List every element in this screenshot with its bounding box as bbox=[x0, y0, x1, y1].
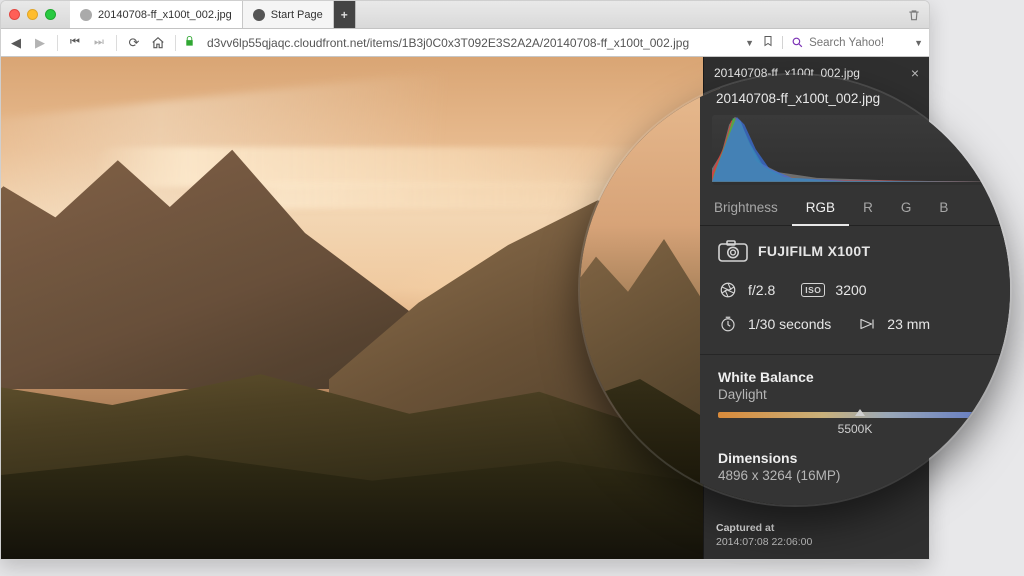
globe-icon bbox=[253, 9, 265, 21]
lock-icon bbox=[184, 35, 195, 50]
tab-label: Start Page bbox=[271, 9, 323, 21]
white-balance-section: White Balance Daylight 5500K bbox=[700, 365, 1010, 436]
magnifier-lens: 20140708-ff_x100t_002.jpg × Brightness R… bbox=[580, 75, 1010, 505]
inspector-panel: 20140708-ff_x100t_002.jpg × Brightness R… bbox=[700, 75, 1010, 505]
captured-label: Captured at bbox=[716, 521, 812, 535]
forward-button[interactable]: ▶ bbox=[31, 34, 49, 52]
close-icon[interactable]: × bbox=[987, 89, 996, 107]
traffic-lights bbox=[9, 9, 56, 20]
histogram-chart bbox=[712, 115, 998, 182]
aperture-value: f/2.8 bbox=[748, 282, 775, 298]
shutter-icon bbox=[718, 314, 738, 334]
search-box[interactable]: ▼ bbox=[782, 36, 923, 49]
iso-value: 3200 bbox=[835, 282, 866, 298]
cloud-icon bbox=[80, 9, 92, 21]
tab-b[interactable]: B bbox=[925, 191, 954, 225]
wb-value: Daylight bbox=[718, 387, 992, 402]
captured-at: Captured at 2014:07:08 22:06:00 bbox=[716, 521, 812, 549]
trash-icon[interactable] bbox=[907, 8, 921, 22]
iso-icon: ISO bbox=[801, 283, 825, 297]
camera-model: FUJIFILM X100T bbox=[758, 243, 870, 259]
url-text: d3vv6lp55qjaqc.cloudfront.net/items/1B3j… bbox=[207, 36, 689, 50]
inspector-filename: 20140708-ff_x100t_002.jpg bbox=[716, 91, 880, 106]
bookmark-icon[interactable] bbox=[762, 34, 774, 51]
exif-block: FUJIFILM X100T f/2.8 ISO 3200 bbox=[700, 238, 1010, 350]
search-engine-icon bbox=[791, 36, 804, 49]
tab-rgb[interactable]: RGB bbox=[792, 191, 849, 226]
wb-slider-handle[interactable] bbox=[855, 409, 865, 416]
wb-slider[interactable] bbox=[718, 412, 992, 418]
fast-forward-button[interactable]: ⏭ bbox=[90, 34, 108, 52]
wb-kelvin: 5500K bbox=[718, 422, 992, 436]
focal-length-icon bbox=[857, 314, 877, 334]
histogram-tabs: Brightness RGB R G B bbox=[700, 191, 1010, 226]
search-input[interactable] bbox=[809, 37, 909, 49]
camera-icon bbox=[718, 240, 748, 262]
nav-toolbar: ◀ ▶ ⏮ ⏭ ⟳ d3vv6lp55qjaqc.cloudfront.net/… bbox=[1, 29, 929, 57]
histogram bbox=[712, 115, 998, 185]
dimensions-value: 4896 x 3264 (16MP) bbox=[718, 468, 992, 483]
zoom-window-icon[interactable] bbox=[45, 9, 56, 20]
url-dropdown-icon[interactable]: ▼ bbox=[745, 38, 754, 48]
close-window-icon[interactable] bbox=[9, 9, 20, 20]
focal-value: 23 mm bbox=[887, 316, 930, 332]
wb-label: White Balance bbox=[718, 369, 992, 385]
reload-button[interactable]: ⟳ bbox=[125, 34, 143, 52]
aperture-icon bbox=[718, 280, 738, 300]
tab-image[interactable]: 20140708-ff_x100t_002.jpg bbox=[70, 1, 243, 28]
tab-strip: 20140708-ff_x100t_002.jpg Start Page + bbox=[70, 1, 356, 28]
shutter-value: 1/30 seconds bbox=[748, 316, 831, 332]
back-button[interactable]: ◀ bbox=[7, 34, 25, 52]
search-dropdown-icon[interactable]: ▼ bbox=[914, 38, 923, 48]
tab-r[interactable]: R bbox=[849, 191, 887, 225]
window-titlebar: 20140708-ff_x100t_002.jpg Start Page + bbox=[1, 1, 929, 29]
dimensions-label: Dimensions bbox=[718, 450, 992, 466]
tab-label: 20140708-ff_x100t_002.jpg bbox=[98, 9, 232, 21]
lens-landscape-slice bbox=[580, 75, 720, 505]
rewind-button[interactable]: ⏮ bbox=[66, 34, 84, 52]
tab-g[interactable]: G bbox=[887, 191, 926, 225]
dimensions-section: Dimensions 4896 x 3264 (16MP) bbox=[700, 446, 1010, 483]
tab-brightness[interactable]: Brightness bbox=[700, 191, 792, 225]
minimize-window-icon[interactable] bbox=[27, 9, 38, 20]
new-tab-button[interactable]: + bbox=[334, 1, 356, 28]
home-button[interactable] bbox=[149, 34, 167, 52]
tab-start-page[interactable]: Start Page bbox=[243, 1, 334, 28]
url-bar[interactable]: d3vv6lp55qjaqc.cloudfront.net/items/1B3j… bbox=[201, 36, 739, 50]
captured-value: 2014:07:08 22:06:00 bbox=[716, 536, 812, 548]
